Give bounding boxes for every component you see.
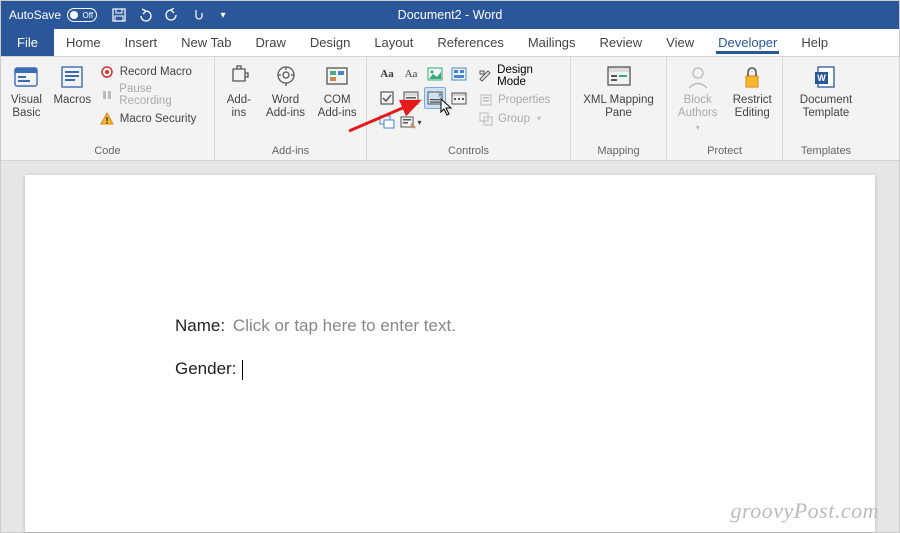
record-icon bbox=[100, 64, 115, 79]
menu-bar: File Home Insert New Tab Draw Design Lay… bbox=[1, 29, 899, 57]
group-templates-label: Templates bbox=[786, 143, 866, 160]
svg-text:W: W bbox=[817, 73, 826, 83]
tab-help[interactable]: Help bbox=[789, 29, 840, 56]
lock-icon bbox=[738, 63, 766, 91]
quick-access-toolbar: ▾ bbox=[105, 7, 231, 23]
name-content-control[interactable]: Click or tap here to enter text. bbox=[233, 316, 456, 335]
tab-insert[interactable]: Insert bbox=[113, 29, 170, 56]
design-mode-icon bbox=[478, 69, 492, 84]
group-icon bbox=[478, 111, 493, 126]
dropdown-control-icon[interactable] bbox=[424, 87, 446, 109]
warning-icon bbox=[100, 111, 115, 126]
autosave-toggle[interactable]: Off bbox=[67, 8, 97, 22]
combobox-control-icon[interactable] bbox=[400, 87, 422, 109]
date-picker-control-icon[interactable] bbox=[448, 87, 470, 109]
name-field-line: Name: Click or tap here to enter text. bbox=[175, 315, 875, 336]
restrict-editing-button[interactable]: Restrict Editing bbox=[725, 59, 779, 120]
group-templates: W Document Template Templates bbox=[783, 57, 869, 160]
legacy-tools-icon[interactable]: ▾ bbox=[400, 111, 422, 133]
properties-icon bbox=[478, 92, 493, 107]
com-addins-icon bbox=[323, 63, 351, 91]
building-block-control-icon[interactable] bbox=[448, 63, 470, 85]
xml-mapping-button[interactable]: XML Mapping Pane bbox=[579, 59, 659, 120]
macro-security-button[interactable]: Macro Security bbox=[98, 110, 207, 127]
rich-text-control-icon[interactable]: Aa bbox=[376, 63, 398, 85]
tab-home[interactable]: Home bbox=[54, 29, 113, 56]
word-addins-button[interactable]: Word Add-ins bbox=[260, 59, 312, 120]
macros-icon bbox=[58, 63, 86, 91]
document-page[interactable]: Name: Click or tap here to enter text. G… bbox=[25, 175, 875, 532]
checkbox-control-icon[interactable] bbox=[376, 87, 398, 109]
qat-customize-icon[interactable]: ▾ bbox=[215, 7, 231, 23]
autosave-label: AutoSave bbox=[9, 8, 61, 22]
title-bar: AutoSave Off ▾ Document2 - Word bbox=[1, 1, 899, 29]
group-mapping: XML Mapping Pane Mapping bbox=[571, 57, 667, 160]
design-mode-button[interactable]: Design Mode bbox=[476, 63, 563, 89]
tab-references[interactable]: References bbox=[425, 29, 515, 56]
repeating-section-control-icon[interactable] bbox=[376, 111, 398, 133]
group-controls: Aa Aa ▾ Design Mode Properties bbox=[367, 57, 571, 160]
autosave-control[interactable]: AutoSave Off bbox=[1, 8, 105, 22]
group-code: Visual Basic Macros Record Macro Pause R… bbox=[1, 57, 215, 160]
word-addins-icon bbox=[272, 63, 300, 91]
macros-button[interactable]: Macros bbox=[49, 59, 96, 107]
tab-design[interactable]: Design bbox=[298, 29, 362, 56]
text-cursor bbox=[242, 360, 243, 380]
addins-button[interactable]: Add- ins bbox=[218, 59, 260, 120]
picture-control-icon[interactable] bbox=[424, 63, 446, 85]
group-mapping-label: Mapping bbox=[574, 143, 663, 160]
document-template-button[interactable]: W Document Template bbox=[790, 59, 862, 120]
block-authors-button: Block Authors▾ bbox=[670, 59, 725, 133]
ribbon: Visual Basic Macros Record Macro Pause R… bbox=[1, 57, 899, 161]
properties-button: Properties bbox=[476, 91, 563, 108]
record-macro-button[interactable]: Record Macro bbox=[98, 63, 207, 80]
tab-review[interactable]: Review bbox=[588, 29, 655, 56]
plain-text-control-icon[interactable]: Aa bbox=[400, 63, 422, 85]
visual-basic-button[interactable]: Visual Basic bbox=[4, 59, 49, 120]
gender-label: Gender: bbox=[175, 359, 236, 378]
group-addins: Add- ins Word Add-ins COM Add-ins Add-in… bbox=[215, 57, 367, 160]
gender-field-line: Gender: bbox=[175, 358, 875, 380]
tab-mailings[interactable]: Mailings bbox=[516, 29, 588, 56]
tab-file[interactable]: File bbox=[1, 29, 54, 56]
pause-recording-button: Pause Recording bbox=[98, 82, 207, 108]
visual-basic-icon bbox=[12, 63, 40, 91]
tab-layout[interactable]: Layout bbox=[362, 29, 425, 56]
tab-draw[interactable]: Draw bbox=[244, 29, 298, 56]
tab-view[interactable]: View bbox=[654, 29, 706, 56]
group-code-label: Code bbox=[4, 143, 211, 160]
undo-icon[interactable] bbox=[137, 7, 153, 23]
group-addins-label: Add-ins bbox=[218, 143, 363, 160]
group-protect-label: Protect bbox=[670, 143, 779, 160]
block-authors-icon bbox=[684, 63, 712, 91]
addins-icon bbox=[225, 63, 253, 91]
redo-icon[interactable] bbox=[163, 7, 179, 23]
group-protect: Block Authors▾ Restrict Editing Protect bbox=[667, 57, 783, 160]
com-addins-button[interactable]: COM Add-ins bbox=[311, 59, 363, 120]
save-icon[interactable] bbox=[111, 7, 127, 23]
pause-icon bbox=[100, 88, 115, 103]
watermark: groovyPost.com bbox=[730, 498, 879, 524]
tab-newtab[interactable]: New Tab bbox=[169, 29, 243, 56]
controls-gallery: Aa Aa ▾ bbox=[370, 59, 474, 133]
group-control-button: Group▾ bbox=[476, 110, 563, 127]
document-title: Document2 - Word bbox=[398, 8, 503, 22]
group-controls-label: Controls bbox=[370, 143, 567, 160]
word-doc-icon: W bbox=[812, 63, 840, 91]
xml-mapping-icon bbox=[605, 63, 633, 91]
tab-developer[interactable]: Developer bbox=[706, 29, 789, 56]
touch-mode-icon[interactable] bbox=[189, 7, 205, 23]
name-label: Name: bbox=[175, 316, 225, 335]
document-area: Name: Click or tap here to enter text. G… bbox=[1, 161, 899, 532]
